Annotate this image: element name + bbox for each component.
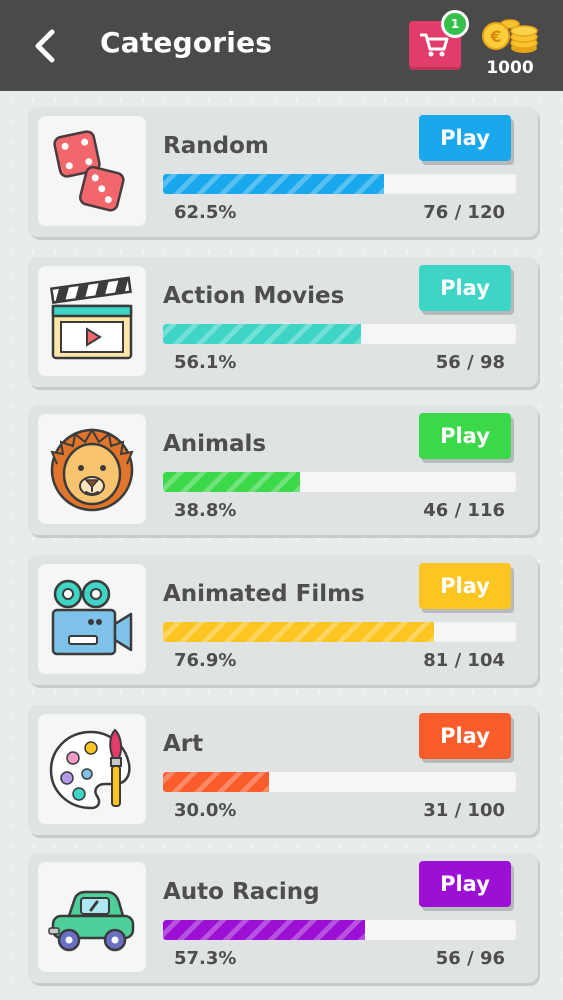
- category-card-animated-films: Animated Films Play 76.9% 81 / 104: [28, 555, 538, 685]
- progress-count: 81 / 104: [423, 650, 505, 671]
- play-button-auto-racing[interactable]: Play: [419, 861, 511, 907]
- palette-icon: [49, 728, 131, 810]
- progress-bar: [163, 324, 516, 344]
- progress-bar: [163, 772, 516, 792]
- progress-bar: [163, 472, 516, 492]
- category-card-action-movies: Action Movies Play 56.1% 56 / 98: [28, 257, 538, 387]
- play-button-animated-films[interactable]: Play: [419, 563, 511, 609]
- page-title: Categories: [100, 26, 273, 59]
- play-button-art[interactable]: Play: [419, 713, 511, 759]
- category-card-random: Random Play 62.5% 76 / 120: [28, 107, 538, 237]
- category-icon-tile: [38, 564, 146, 674]
- progress-percent: 76.9%: [174, 650, 237, 671]
- progress-bar: [163, 174, 516, 194]
- category-icon-tile: [38, 414, 146, 524]
- svg-text:€: €: [489, 27, 501, 46]
- coin-balance: 1000: [486, 58, 534, 78]
- play-button-random[interactable]: Play: [419, 115, 511, 161]
- progress-count: 56 / 96: [435, 948, 505, 969]
- progress-percent: 30.0%: [174, 800, 237, 821]
- category-icon-tile: [38, 116, 146, 226]
- progress-fill: [163, 174, 384, 194]
- category-card-art: Art Play 30.0% 31 / 100: [28, 705, 538, 835]
- film-camera-icon: [51, 579, 133, 656]
- clapperboard-icon: [49, 276, 133, 360]
- coins-icon: €: [482, 19, 538, 53]
- back-button[interactable]: [30, 26, 64, 66]
- progress-fill: [163, 772, 269, 792]
- category-name: Auto Racing: [163, 879, 320, 905]
- category-icon-tile: [38, 862, 146, 972]
- progress-fill: [163, 920, 366, 940]
- progress-bar: [163, 920, 516, 940]
- car-icon: [48, 890, 135, 952]
- progress-fill: [163, 622, 435, 642]
- cart-count-badge: 1: [441, 10, 469, 38]
- progress-percent: 38.8%: [174, 500, 237, 521]
- progress-count: 76 / 120: [423, 202, 505, 223]
- progress-percent: 62.5%: [174, 202, 237, 223]
- category-name: Action Movies: [163, 283, 345, 309]
- progress-fill: [163, 324, 362, 344]
- top-bar: Categories 1 € 1000: [0, 0, 563, 91]
- play-button-action-movies[interactable]: Play: [419, 265, 511, 311]
- category-name: Random: [163, 133, 269, 159]
- lion-icon: [50, 428, 134, 512]
- progress-percent: 57.3%: [174, 948, 237, 969]
- progress-percent: 56.1%: [174, 352, 237, 373]
- progress-count: 56 / 98: [435, 352, 505, 373]
- progress-count: 46 / 116: [423, 500, 505, 521]
- category-name: Art: [163, 731, 204, 757]
- dice-icon: [53, 130, 125, 212]
- category-card-auto-racing: Auto Racing Play 57.3% 56 / 96: [28, 853, 538, 983]
- category-icon-tile: [38, 714, 146, 824]
- play-button-animals[interactable]: Play: [419, 413, 511, 459]
- category-name: Animated Films: [163, 581, 365, 607]
- progress-fill: [163, 472, 300, 492]
- category-name: Animals: [163, 431, 267, 457]
- progress-bar: [163, 622, 516, 642]
- category-card-animals: Animals Play 38.8% 46 / 116: [28, 405, 538, 535]
- back-arrow-icon: [35, 29, 55, 63]
- progress-count: 31 / 100: [423, 800, 505, 821]
- category-icon-tile: [38, 266, 146, 376]
- shopping-cart-icon: [420, 33, 449, 57]
